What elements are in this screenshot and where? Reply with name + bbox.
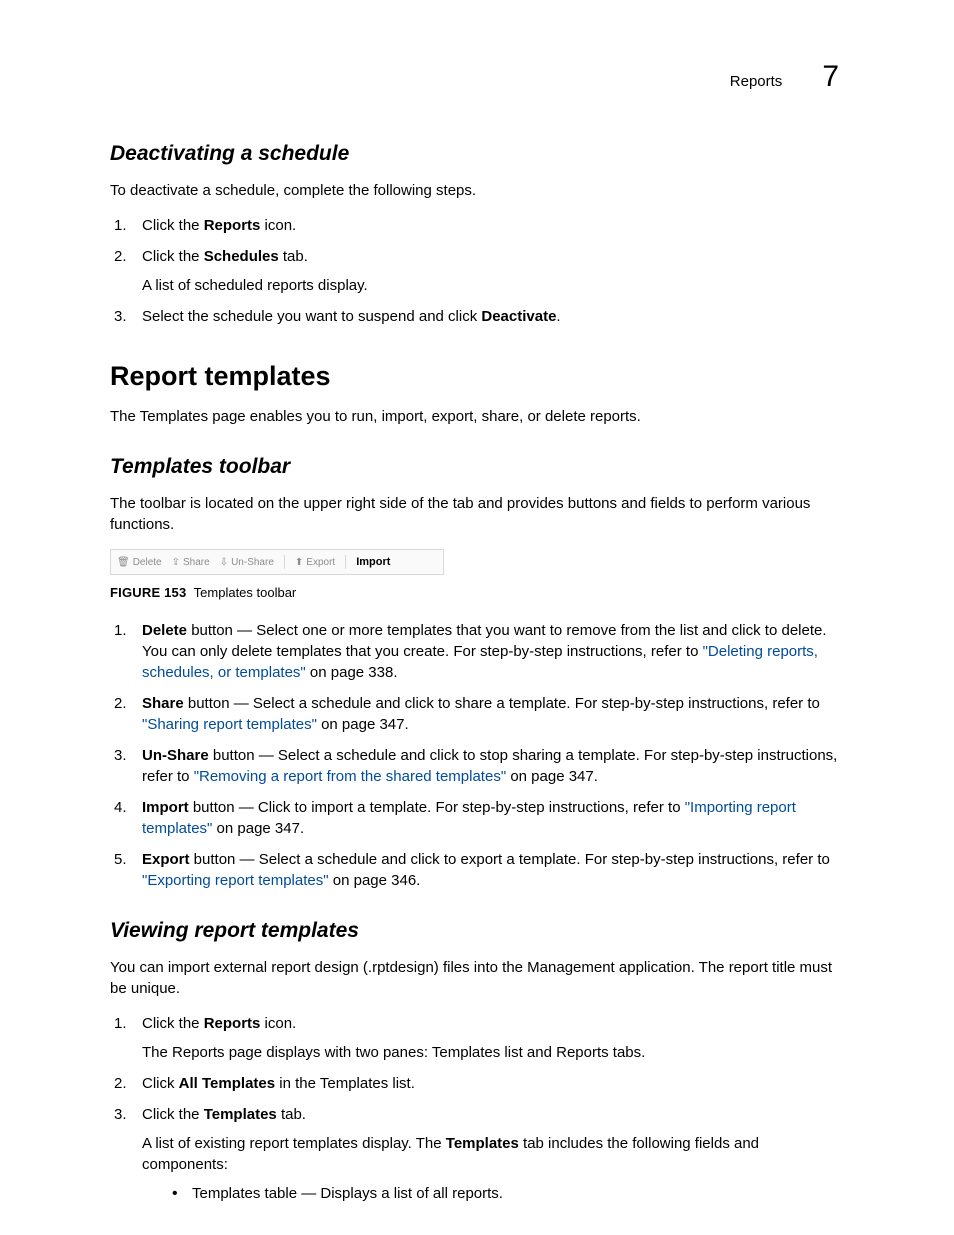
step-subtext: A list of scheduled reports display. xyxy=(142,275,844,296)
step-item: Click the Schedules tab. A list of sched… xyxy=(110,246,844,296)
list-item: Un-Share button — Select a schedule and … xyxy=(110,745,844,787)
unshare-icon: ⇩ xyxy=(220,557,228,568)
toolbar-separator xyxy=(345,555,346,569)
bullet-list: Templates table — Displays a list of all… xyxy=(170,1183,844,1204)
header-chapter-number: 7 xyxy=(822,60,839,94)
page: Reports 7 Deactivating a schedule To dea… xyxy=(0,0,954,1235)
trash-icon: 🗑 xyxy=(117,557,130,568)
toolbar-item-list: Delete button — Select one or more templ… xyxy=(110,620,844,891)
step-subtext: A list of existing report templates disp… xyxy=(142,1133,844,1175)
figure-caption: FIGURE 153 Templates toolbar xyxy=(110,585,844,600)
list-item: Export button — Select a schedule and cl… xyxy=(110,849,844,891)
list-item: Import button — Click to import a templa… xyxy=(110,797,844,839)
step-item: Click the Templates tab. A list of exist… xyxy=(110,1104,844,1204)
step-item: Click the Reports icon. xyxy=(110,215,844,236)
intro-templates-toolbar: The toolbar is located on the upper righ… xyxy=(110,493,844,535)
link-removing-shared[interactable]: "Removing a report from the shared templ… xyxy=(194,768,506,785)
heading-deactivating-schedule: Deactivating a schedule xyxy=(110,142,844,166)
steps-viewing: Click the Reports icon. The Reports page… xyxy=(110,1013,844,1204)
steps-deactivating: Click the Reports icon. Click the Schedu… xyxy=(110,215,844,327)
intro-viewing-templates: You can import external report design (.… xyxy=(110,957,844,999)
step-subtext: The Reports page displays with two panes… xyxy=(142,1042,844,1063)
toolbar-unshare: ⇩Un-Share xyxy=(220,557,274,568)
toolbar-import: Import xyxy=(356,556,390,568)
bullet-item: Templates table — Displays a list of all… xyxy=(170,1183,844,1204)
heading-templates-toolbar: Templates toolbar xyxy=(110,455,844,479)
intro-deactivating: To deactivate a schedule, complete the f… xyxy=(110,180,844,201)
link-exporting-templates[interactable]: "Exporting report templates" xyxy=(142,872,329,889)
step-item: Select the schedule you want to suspend … xyxy=(110,306,844,327)
list-item: Delete button — Select one or more templ… xyxy=(110,620,844,683)
heading-report-templates: Report templates xyxy=(110,361,844,392)
toolbar-export: ⬆Export xyxy=(295,557,335,568)
figure-templates-toolbar: 🗑Delete ⇪Share ⇩Un-Share ⬆Export Import xyxy=(110,549,844,575)
toolbar-image: 🗑Delete ⇪Share ⇩Un-Share ⬆Export Import xyxy=(110,549,444,575)
intro-report-templates: The Templates page enables you to run, i… xyxy=(110,406,844,427)
heading-viewing-templates: Viewing report templates xyxy=(110,919,844,943)
link-sharing-templates[interactable]: "Sharing report templates" xyxy=(142,716,317,733)
step-item: Click the Reports icon. The Reports page… xyxy=(110,1013,844,1063)
list-item: Share button — Select a schedule and cli… xyxy=(110,693,844,735)
header-section-name: Reports xyxy=(730,73,783,90)
step-item: Click All Templates in the Templates lis… xyxy=(110,1073,844,1094)
page-header: Reports 7 xyxy=(110,60,844,94)
toolbar-delete: 🗑Delete xyxy=(117,557,162,568)
share-icon: ⇪ xyxy=(172,557,180,568)
toolbar-separator xyxy=(284,555,285,569)
export-icon: ⬆ xyxy=(295,557,303,568)
toolbar-share: ⇪Share xyxy=(172,557,210,568)
